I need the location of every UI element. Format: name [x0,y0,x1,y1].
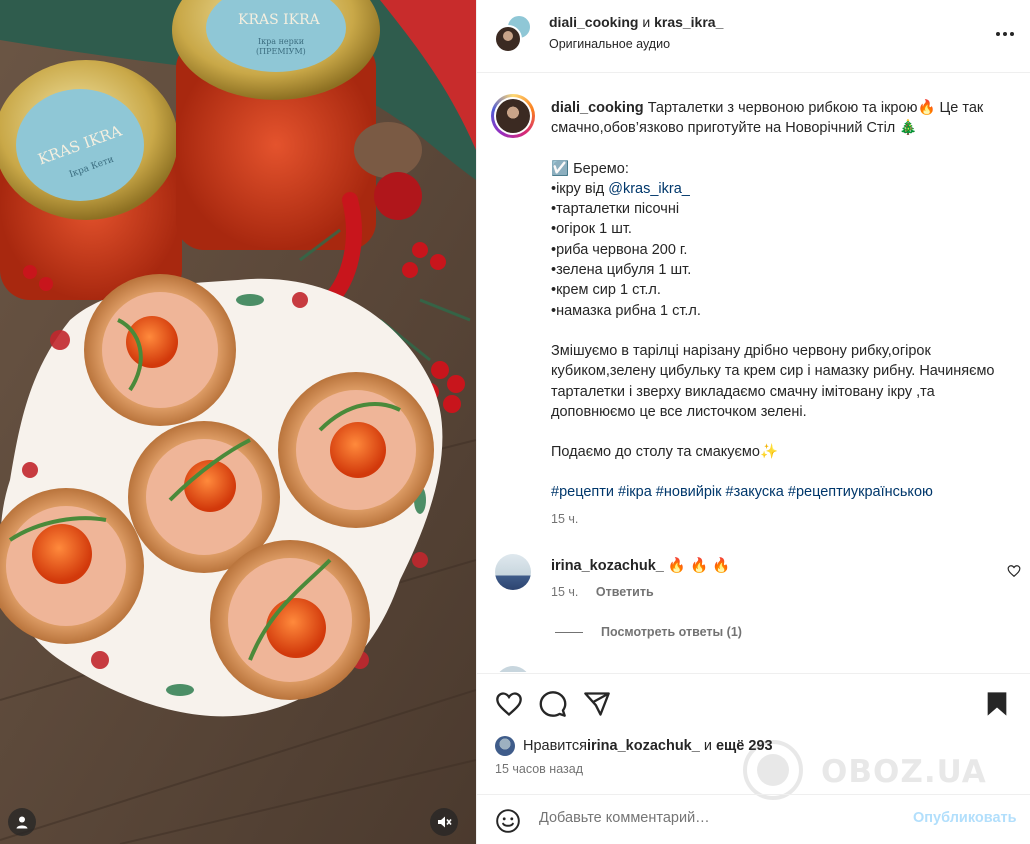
tagged-users-button[interactable] [8,808,36,836]
jar-right-sub: Ікра нерки [258,37,304,46]
likes-prefix: Нравится [523,738,587,754]
author-link-diali[interactable]: diali_cooking [549,14,638,30]
serve-text: Подаємо до столу та смакуємо✨ [551,444,779,461]
watermark-logo-icon [743,740,803,800]
comment-input[interactable] [539,810,859,826]
ingredients-label: ☑️ Беремо: [551,160,629,177]
audio-link[interactable]: Оригинальное аудио [549,37,670,51]
ingredient-item: •крем сир 1 ст.л. [551,282,661,299]
ingredient-item: •зелена цибуля 1 шт. [551,262,692,279]
like-icon[interactable] [495,690,523,718]
hashtags[interactable]: #рецепти #ікра #новийрік #закуска #рецеп… [551,482,1011,502]
ingredient-item: •огірок 1 шт. [551,221,632,238]
user-icon [16,816,28,829]
post-header: diali_cooking и kras_ikra_ Оригинальное … [477,0,1030,73]
collab-avatars[interactable] [493,14,533,54]
caption-age[interactable]: 15 ч. [551,509,1011,529]
emoji-icon[interactable] [495,808,521,834]
add-comment-bar: Опубликовать [477,794,1030,844]
comment-age[interactable]: 15 ч. [551,585,578,599]
caption: diali_cooking Тарталетки з червоною рибк… [551,98,1011,529]
commenter-avatar[interactable] [495,554,531,590]
ingredient-item: •тарталетки пісочні [551,201,680,218]
food-photo: KRAS IKRA Ікра Кети KRAS IKRA Ікра нерки… [0,0,476,844]
mention-link[interactable]: @kras_ikra_ [608,181,690,197]
mute-button[interactable] [430,808,458,836]
post-time[interactable]: 15 часов назад [495,762,583,776]
jar-right-brand: KRAS IKRA [238,12,321,28]
comment-meta: 15 ч. Ответить [551,585,654,599]
post-video[interactable]: KRAS IKRA Ікра Кети KRAS IKRA Ікра нерки… [0,0,476,844]
save-icon[interactable] [983,690,1011,718]
author-link-kras[interactable]: kras_ikra_ [654,14,723,30]
comment: irina_kozachuk_ 🔥 🔥 🔥 [551,557,730,574]
comment-like-icon[interactable] [1007,564,1021,578]
ingredient-caviar: •ікру від [551,180,609,197]
ingredient-item: •риба червона 200 г. [551,241,688,258]
speaker-muted-icon [438,816,452,828]
method-text: Змішуємо в тарілці нарізану дрібно черво… [551,342,995,420]
ingredient-item: •намазка рибна 1 ст.л. [551,302,701,319]
likes-summary[interactable]: Нравится irina_kozachuk_ и ещё 293 [495,735,773,757]
watermark: OBOZ.UA [741,740,1017,800]
comments-scroll-area[interactable]: diali_cooking Тарталетки з червоною рибк… [477,74,1030,672]
share-icon[interactable] [583,690,611,718]
comment-icon[interactable] [539,690,567,718]
next-comment-avatar[interactable] [495,666,531,672]
comment-username[interactable]: irina_kozachuk_ [551,558,664,574]
jar-right-sub2: (ПРЕМІУМ) [256,47,306,56]
instagram-post: KRAS IKRA Ікра Кети KRAS IKRA Ікра нерки… [0,0,1030,844]
liker-avatar [495,736,515,756]
authors-conj: и [642,14,651,30]
view-replies-button[interactable]: Посмотреть ответы (1) [555,625,742,639]
action-bar [477,673,1030,737]
caption-avatar[interactable] [491,94,535,138]
post-side-panel: diali_cooking и kras_ikra_ Оригинальное … [476,0,1030,844]
liker-username[interactable]: irina_kozachuk_ [587,738,700,754]
comment-body: 🔥 🔥 🔥 [667,558,731,574]
more-options-icon[interactable] [993,24,1017,44]
post-authors: diali_cooking и kras_ikra_ [549,14,723,30]
caption-username[interactable]: diali_cooking [551,100,644,116]
reply-button[interactable]: Ответить [596,585,654,599]
publish-button[interactable]: Опубликовать [913,810,1017,826]
likes-middle: и [699,738,716,754]
